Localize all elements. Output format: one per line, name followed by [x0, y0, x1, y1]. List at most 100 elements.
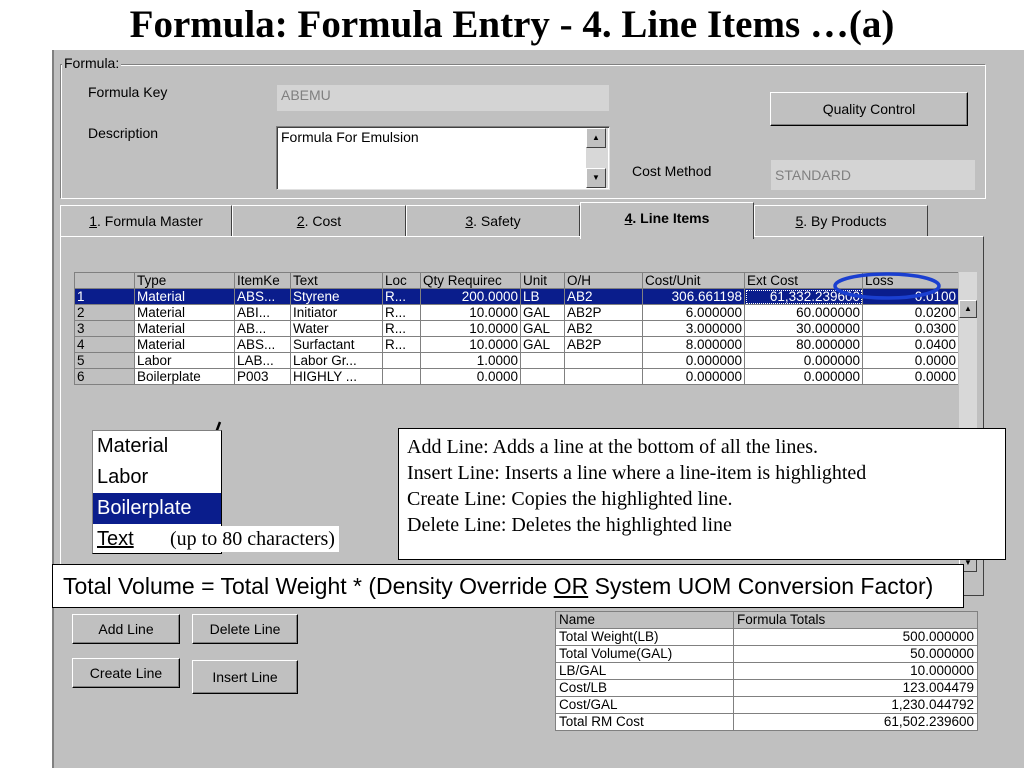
- cell-type[interactable]: Material: [134, 320, 235, 337]
- row-number[interactable]: 1: [74, 288, 135, 305]
- quality-control-button[interactable]: Quality Control: [770, 92, 968, 126]
- column-header[interactable]: Name: [555, 611, 734, 629]
- tab-cost[interactable]: 2. Cost: [232, 205, 406, 237]
- cell-oh[interactable]: AB2P: [564, 336, 643, 353]
- cell-cost-unit[interactable]: 0.000000: [642, 352, 745, 369]
- cell-qty[interactable]: 1.0000: [420, 352, 521, 369]
- table-row[interactable]: 6 Boilerplate P003 HIGHLY ... 0.0000 0.0…: [74, 368, 959, 385]
- cell-cost-unit[interactable]: 8.000000: [642, 336, 745, 353]
- column-header[interactable]: Unit: [520, 272, 565, 289]
- cell-text[interactable]: Surfactant: [290, 336, 383, 353]
- row-number[interactable]: 4: [74, 336, 135, 353]
- cell-loc[interactable]: R...: [382, 288, 421, 305]
- cell-qty[interactable]: 10.0000: [420, 336, 521, 353]
- cell-qty[interactable]: 10.0000: [420, 320, 521, 337]
- column-header[interactable]: Loc: [382, 272, 421, 289]
- cell-ext-cost[interactable]: 60.000000: [744, 304, 863, 321]
- table-row[interactable]: LB/GAL 10.000000: [555, 662, 978, 680]
- dropdown-item-labor[interactable]: Labor: [93, 462, 221, 493]
- table-row[interactable]: Total RM Cost 61,502.239600: [555, 713, 978, 731]
- column-header[interactable]: O/H: [564, 272, 643, 289]
- tab-safety[interactable]: 3. Safety: [406, 205, 580, 237]
- cell-item-key[interactable]: ABS...: [234, 288, 291, 305]
- cell-cost-unit[interactable]: 0.000000: [642, 368, 745, 385]
- cell-cost-unit[interactable]: 3.000000: [642, 320, 745, 337]
- cell-qty[interactable]: 10.0000: [420, 304, 521, 321]
- cost-method-field[interactable]: STANDARD: [770, 159, 976, 191]
- cell-loc[interactable]: [382, 352, 421, 369]
- scroll-up-arrow-icon[interactable]: ▲: [959, 300, 977, 318]
- cell-type[interactable]: Boilerplate: [134, 368, 235, 385]
- scroll-up-arrow-icon[interactable]: ▲: [586, 128, 606, 148]
- cell-text[interactable]: Water: [290, 320, 383, 337]
- column-header[interactable]: Qty Requirec: [420, 272, 521, 289]
- table-row[interactable]: 1 Material ABS... Styrene R... 200.0000 …: [74, 288, 959, 305]
- cell-text[interactable]: Styrene: [290, 288, 383, 305]
- cell-loc[interactable]: R...: [382, 320, 421, 337]
- cell-item-key[interactable]: LAB...: [234, 352, 291, 369]
- cell-unit[interactable]: LB: [520, 288, 565, 305]
- cell-type[interactable]: Material: [134, 336, 235, 353]
- table-row[interactable]: 3 Material AB... Water R... 10.0000 GAL …: [74, 320, 959, 337]
- table-row[interactable]: Total Weight(LB) 500.000000: [555, 628, 978, 646]
- formula-totals-grid[interactable]: Name Formula Totals Total Weight(LB) 500…: [555, 611, 978, 731]
- row-number[interactable]: 6: [74, 368, 135, 385]
- cell-unit[interactable]: [520, 368, 565, 385]
- column-header[interactable]: ItemKe: [234, 272, 291, 289]
- cell-type[interactable]: Material: [134, 304, 235, 321]
- cell-unit[interactable]: [520, 352, 565, 369]
- cell-oh[interactable]: AB2: [564, 288, 643, 305]
- cell-loc[interactable]: R...: [382, 304, 421, 321]
- tab-formula-master[interactable]: 1. Formula Master: [60, 205, 232, 237]
- dropdown-item-material[interactable]: Material: [93, 431, 221, 462]
- cell-oh[interactable]: [564, 368, 643, 385]
- table-row[interactable]: Cost/GAL 1,230.044792: [555, 696, 978, 714]
- tab-by-products[interactable]: 5. By Products: [754, 205, 928, 237]
- row-number[interactable]: 5: [74, 352, 135, 369]
- table-row[interactable]: Cost/LB 123.004479: [555, 679, 978, 697]
- table-row[interactable]: 2 Material ABI... Initiator R... 10.0000…: [74, 304, 959, 321]
- cell-item-key[interactable]: ABS...: [234, 336, 291, 353]
- cell-item-key[interactable]: P003: [234, 368, 291, 385]
- formula-key-field[interactable]: ABEMU: [276, 84, 610, 112]
- column-header[interactable]: Type: [134, 272, 235, 289]
- scroll-down-arrow-icon[interactable]: ▼: [586, 168, 606, 188]
- table-row[interactable]: Total Volume(GAL) 50.000000: [555, 645, 978, 663]
- cell-ext-cost[interactable]: 30.000000: [744, 320, 863, 337]
- cell-oh[interactable]: [564, 352, 643, 369]
- cell-loss[interactable]: 0.0300: [862, 320, 959, 337]
- cell-loss[interactable]: 0.0400: [862, 336, 959, 353]
- dropdown-item-boilerplate[interactable]: Boilerplate: [93, 493, 221, 524]
- table-row[interactable]: 4 Material ABS... Surfactant R... 10.000…: [74, 336, 959, 353]
- cell-ext-cost[interactable]: 0.000000: [744, 368, 863, 385]
- cell-type[interactable]: Labor: [134, 352, 235, 369]
- insert-line-button[interactable]: Insert Line: [192, 660, 298, 694]
- cell-loss[interactable]: 0.0200: [862, 304, 959, 321]
- cell-type[interactable]: Material: [134, 288, 235, 305]
- cell-item-key[interactable]: ABI...: [234, 304, 291, 321]
- cell-unit[interactable]: GAL: [520, 304, 565, 321]
- column-header[interactable]: Cost/Unit: [642, 272, 745, 289]
- cell-qty[interactable]: 200.0000: [420, 288, 521, 305]
- cell-loc[interactable]: R...: [382, 336, 421, 353]
- column-header[interactable]: Formula Totals: [733, 611, 978, 629]
- cell-qty[interactable]: 0.0000: [420, 368, 521, 385]
- cell-cost-unit[interactable]: 6.000000: [642, 304, 745, 321]
- column-header[interactable]: Text: [290, 272, 383, 289]
- create-line-button[interactable]: Create Line: [72, 658, 180, 688]
- cell-ext-cost[interactable]: 80.000000: [744, 336, 863, 353]
- cell-loss[interactable]: 0.0000: [862, 352, 959, 369]
- line-items-grid[interactable]: Type ItemKe Text Loc Qty Requirec Unit O…: [74, 272, 959, 385]
- cell-text[interactable]: Initiator: [290, 304, 383, 321]
- table-row[interactable]: 5 Labor LAB... Labor Gr... 1.0000 0.0000…: [74, 352, 959, 369]
- cell-oh[interactable]: AB2P: [564, 304, 643, 321]
- delete-line-button[interactable]: Delete Line: [192, 614, 298, 644]
- add-line-button[interactable]: Add Line: [72, 614, 180, 644]
- cell-ext-cost[interactable]: 0.000000: [744, 352, 863, 369]
- cell-unit[interactable]: GAL: [520, 320, 565, 337]
- tab-line-items[interactable]: 4. Line Items: [580, 202, 754, 239]
- cell-item-key[interactable]: AB...: [234, 320, 291, 337]
- cell-oh[interactable]: AB2: [564, 320, 643, 337]
- row-number[interactable]: 3: [74, 320, 135, 337]
- description-scrollbar[interactable]: ▲ ▼: [586, 128, 608, 188]
